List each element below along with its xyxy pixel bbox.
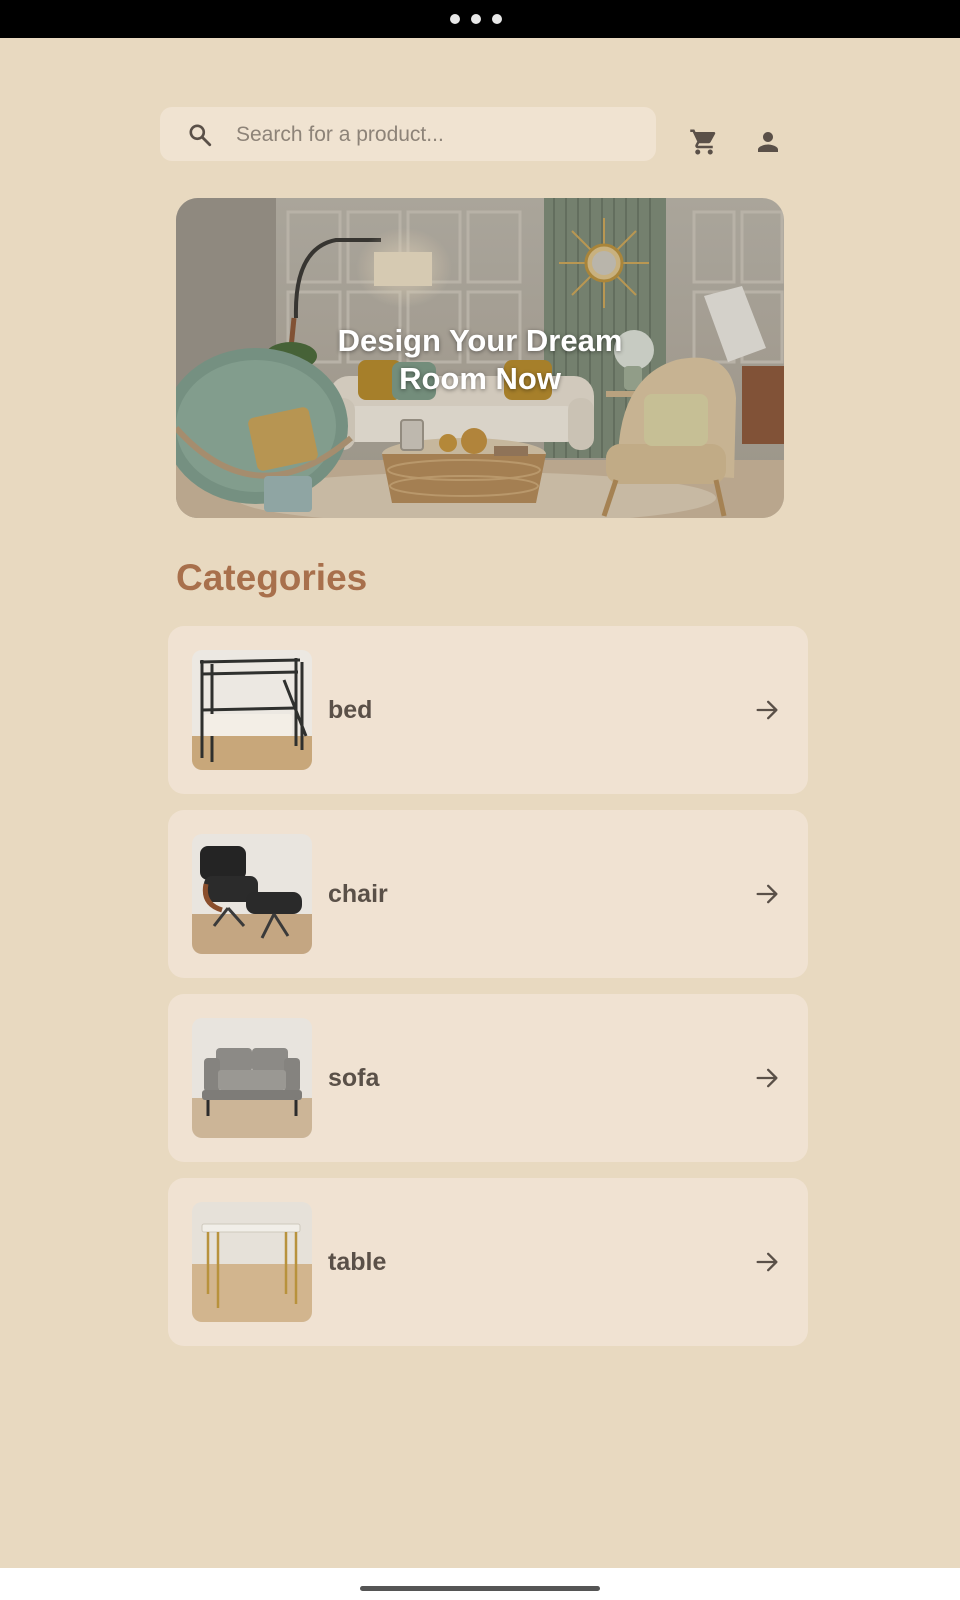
search-bar[interactable] [160,107,656,163]
arrow-right-icon[interactable] [753,880,781,908]
hero-title-line-2: Room Now [399,361,561,396]
categories-heading: Categories [176,557,368,598]
category-card-bed[interactable]: bed [168,626,808,794]
account-icon [758,132,778,152]
category-thumbnail-bed [192,650,312,770]
category-label: chair [328,880,388,908]
status-dots [450,14,502,24]
category-card-chair[interactable]: chair [168,810,808,978]
category-label: table [328,1248,387,1276]
hero-banner[interactable]: Design Your Dream Room Now [176,198,784,518]
cart-icon [690,129,716,155]
search-input[interactable] [234,107,638,163]
category-label: bed [328,696,373,724]
account-button[interactable] [748,122,788,162]
navigation-bar [0,1568,960,1600]
category-thumbnail-sofa [192,1018,312,1138]
arrow-right-icon[interactable] [753,696,781,724]
arrow-right-icon[interactable] [753,1248,781,1276]
arrow-right-icon[interactable] [753,1064,781,1092]
category-card-table[interactable]: table [168,1178,808,1346]
category-thumbnail-chair [192,834,312,954]
category-card-sofa[interactable]: sofa [168,994,808,1162]
hero-title-line-1: Design Your Dream [337,323,623,358]
cart-button[interactable] [684,122,724,162]
category-label: sofa [328,1064,380,1092]
hero-title: Design Your Dream Room Now [176,322,784,398]
home-gesture-handle[interactable] [360,1586,600,1591]
category-thumbnail-table [192,1202,312,1322]
status-bar [0,0,960,38]
search-icon [189,124,212,147]
